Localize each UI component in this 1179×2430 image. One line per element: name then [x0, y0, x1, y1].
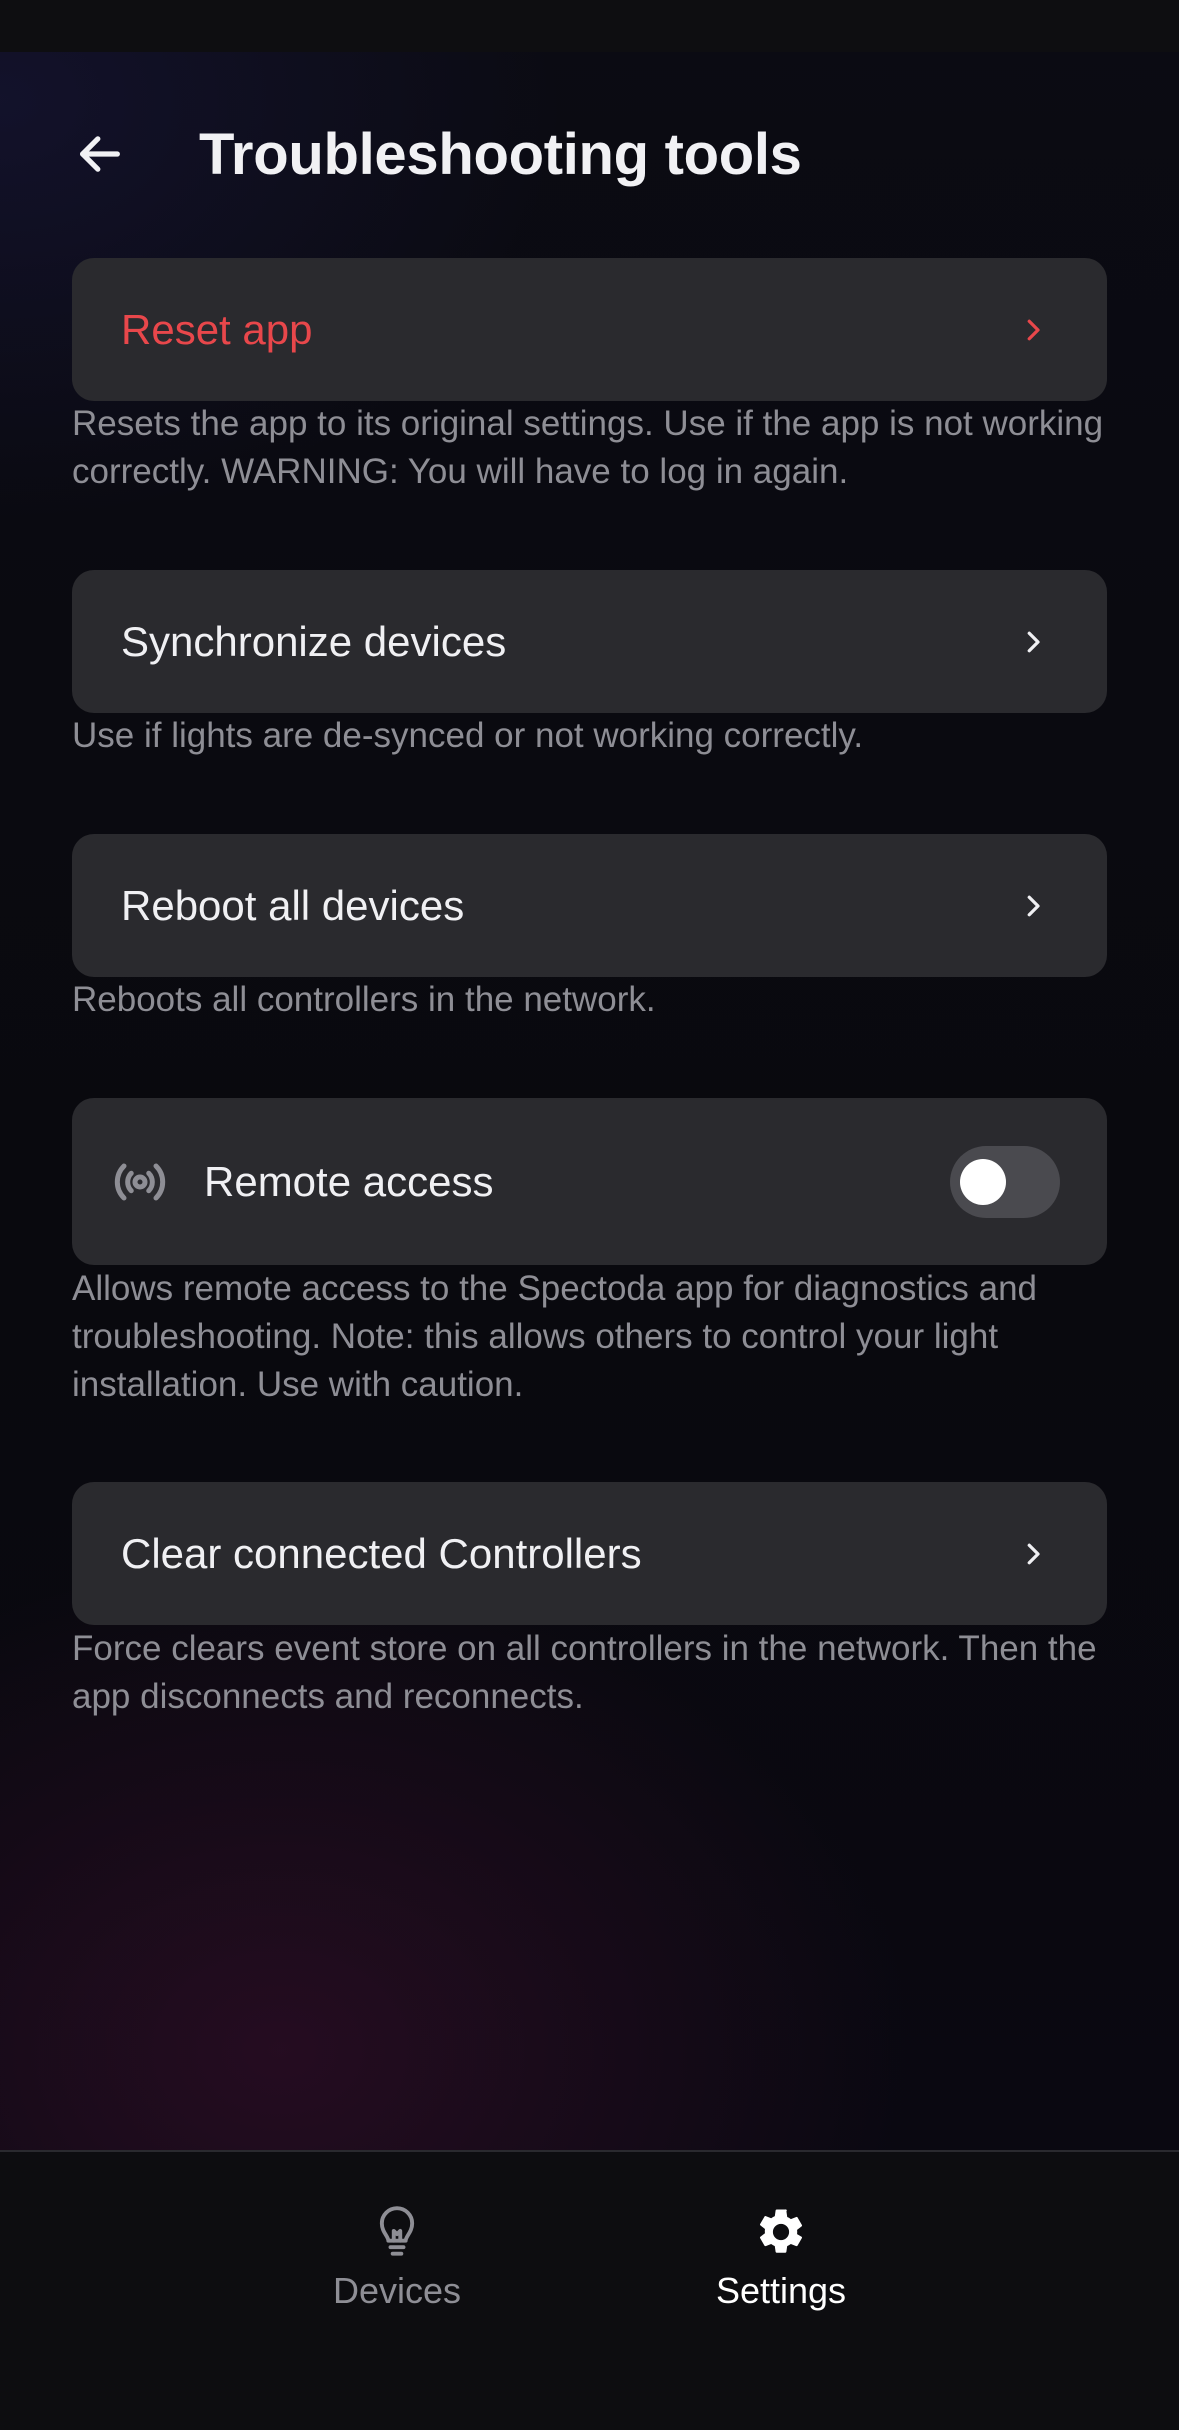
clear-connected-controllers-button[interactable]: Clear connected Controllers	[72, 1482, 1107, 1625]
clear-connected-controllers-label: Clear connected Controllers	[121, 1529, 642, 1577]
reset-app-label: Reset app	[121, 305, 313, 353]
header: Troubleshooting tools	[0, 100, 1179, 210]
chevron-right-icon	[1015, 624, 1051, 660]
synchronize-devices-label: Synchronize devices	[121, 617, 507, 665]
broadcast-icon	[108, 1150, 172, 1214]
back-button[interactable]	[64, 118, 136, 190]
bottom-navigation: Devices Settings	[0, 2150, 1179, 2430]
chevron-right-icon	[1015, 312, 1051, 348]
lightbulb-icon	[367, 2202, 427, 2262]
remote-access-toggle[interactable]	[950, 1145, 1060, 1218]
reset-app-description: Resets the app to its original settings.…	[72, 404, 1104, 491]
remote-access-row: Remote access	[72, 1098, 1107, 1265]
gear-icon	[751, 2202, 811, 2262]
synchronize-devices-button[interactable]: Synchronize devices	[72, 570, 1107, 713]
arrow-left-icon	[80, 136, 120, 172]
clear-connected-controllers-description: Force clears event store on all controll…	[72, 1629, 1097, 1716]
reboot-all-devices-label: Reboot all devices	[121, 881, 465, 929]
nav-settings[interactable]: Settings	[671, 2202, 891, 2322]
reboot-all-devices-description: Reboots all controllers in the network.	[72, 980, 656, 1019]
chevron-right-icon	[1015, 888, 1051, 924]
remote-access-description: Allows remote access to the Spectoda app…	[72, 1269, 1037, 1404]
page-title: Troubleshooting tools	[199, 121, 802, 187]
chevron-right-icon	[1015, 1536, 1051, 1572]
reset-app-button[interactable]: Reset app	[72, 258, 1107, 401]
nav-devices-label: Devices	[332, 2270, 462, 2311]
reboot-all-devices-button[interactable]: Reboot all devices	[72, 834, 1107, 977]
status-bar	[0, 0, 1179, 52]
toggle-knob	[960, 1158, 1006, 1205]
remote-access-label: Remote access	[204, 1157, 494, 1205]
nav-devices[interactable]: Devices	[287, 2202, 507, 2322]
synchronize-devices-description: Use if lights are de-synced or not worki…	[72, 716, 864, 755]
nav-settings-label: Settings	[715, 2270, 847, 2311]
